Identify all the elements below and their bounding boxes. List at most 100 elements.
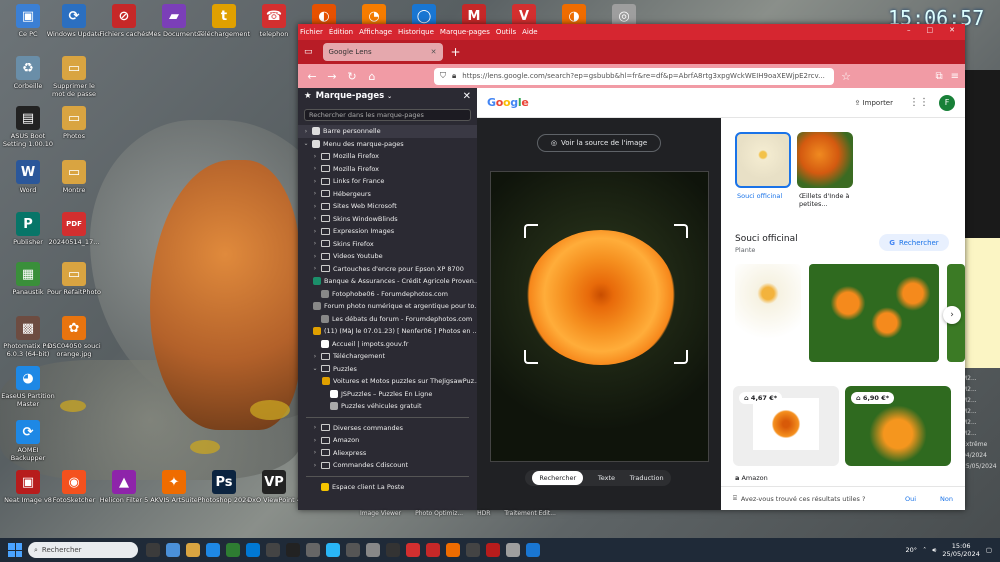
chevron-icon[interactable]: › [311,203,319,210]
maximize-icon[interactable]: □ [927,26,934,34]
chevron-down-icon[interactable]: ⌄ [387,93,392,100]
cloud-icon[interactable] [506,543,520,557]
weather-temp[interactable]: 20° [905,546,917,554]
sidebar-title[interactable]: Marque-pages [316,91,385,101]
desktop-icon[interactable]: Ps Photoshop 2024 [196,470,252,504]
result-chip-oeillets[interactable] [797,132,853,188]
taskbar-search[interactable]: ⌕ Rechercher [28,542,138,558]
crop-handle[interactable] [674,350,688,364]
bookmark-folder[interactable]: › Diverses commandes [298,422,477,435]
bookmark-item[interactable]: JSPuzzles – Puzzles En Ligne [298,388,477,401]
feedback-yes-button[interactable]: Oui [905,495,916,503]
tool-icon[interactable] [346,543,360,557]
taskbar-clock[interactable]: 15:06 25/05/2024 [942,542,979,558]
settings-icon[interactable] [306,543,320,557]
minimize-icon[interactable]: – [907,26,911,34]
bookmark-folder[interactable]: › Amazon [298,434,477,447]
bookmark-folder[interactable]: › Videos Youtube [298,250,477,263]
bookmark-item[interactable]: (11) (MàJ le 07.01.23) [ Nenfer06 ] Phot… [298,325,477,338]
bookmark-item[interactable]: › Barre personnelle [298,125,477,138]
desktop-icon-label[interactable]: Image Viewer [360,510,401,517]
bookmark-folder[interactable]: › Mozilla Firefox [298,163,477,176]
product-card[interactable]: ⌂ 4,67 €* [733,386,839,466]
desktop-icon[interactable]: ▰ Mes Documents [146,4,202,38]
chevron-up-icon[interactable]: ˄ [923,546,926,554]
firefox-icon[interactable] [446,543,460,557]
menu-item[interactable]: Historique [398,28,434,36]
feedback-no-button[interactable]: Non [940,495,953,503]
edge-icon[interactable] [206,543,220,557]
chevron-icon[interactable]: › [311,215,319,222]
chevron-icon[interactable]: › [311,228,319,235]
reload-icon[interactable]: ↻ [344,70,360,83]
crop-handle[interactable] [524,224,538,238]
bookmark-item[interactable]: Voitures et Motos puzzles sur TheJigsawP… [298,375,477,388]
desktop-icon[interactable]: ▭ Montre [46,160,102,194]
desktop-icon[interactable]: VP DxO ViewPoint 4 [246,470,302,504]
tab-text[interactable]: Texte [598,474,615,482]
photos-icon[interactable] [226,543,240,557]
shield-icon[interactable]: ⛉ [440,71,446,81]
bookmark-item[interactable]: Puzzles véhicules gratuit [298,400,477,413]
new-tab-icon[interactable]: + [451,45,461,59]
app-icon[interactable] [406,543,420,557]
bookmark-folder[interactable]: › Mozilla Firefox [298,150,477,163]
desktop-icon-label[interactable]: HDR [477,510,490,517]
avatar[interactable]: F [939,94,955,111]
close-sidebar-icon[interactable]: ✕ [463,91,471,102]
bookmark-item[interactable]: Forum photo numérique et argentique pour… [298,300,477,313]
menu-item[interactable]: Aide [522,28,537,36]
bookmark-folder[interactable]: › Téléchargement [298,350,477,363]
desktop-icon[interactable]: ▭ Supprimer le mot de passe [46,56,102,98]
bookmark-search-input[interactable]: Rechercher dans les marque-pages [304,109,471,121]
desktop-icon[interactable]: ▲ Helicon Filter 5 [96,470,152,504]
chevron-icon[interactable]: › [311,178,319,185]
chevron-icon[interactable]: › [311,437,319,444]
query-image[interactable] [490,171,709,462]
bookmark-folder[interactable]: › Links for France [298,175,477,188]
chevron-icon[interactable]: › [311,449,319,456]
bookmark-folder[interactable]: › Expression Images [298,225,477,238]
product-card[interactable]: ⌂ 6,90 €* [845,386,951,466]
crop-handle[interactable] [524,350,538,364]
google-search-button[interactable]: G Rechercher [879,234,949,251]
apps-icon[interactable]: ⋮⋮ [909,97,929,108]
bookmark-item[interactable]: Les débats du forum - Forumdephotos.com [298,313,477,326]
camera-icon[interactable] [366,543,380,557]
close-icon[interactable]: ✕ [949,26,955,34]
terminal-icon[interactable] [286,543,300,557]
extensions-icon[interactable]: ⧉ [935,71,942,82]
desktop-icon[interactable]: ▭ Pour RefaitPhoto [46,262,102,296]
menu-item[interactable]: Fichier [300,28,323,36]
bookmark-folder[interactable]: › Sites Web Microsoft [298,200,477,213]
app-icon[interactable] [526,543,540,557]
import-button[interactable]: ⇪ Importer [854,99,893,107]
result-image-field[interactable] [809,264,939,362]
desktop-icon[interactable]: ⟳ Windows Update [46,4,102,38]
chevron-icon[interactable]: ⌄ [311,365,319,372]
chevron-icon[interactable]: › [311,190,319,197]
vivaldi-icon[interactable] [426,543,440,557]
chevron-right-icon[interactable]: › [943,306,961,324]
desktop-icon[interactable]: ☎ telephon [246,4,302,38]
desktop-icon[interactable]: ✿ DSC04050 souci orange.jpg [46,316,102,358]
tab-google-lens[interactable]: Google Lens ✕ [322,43,443,61]
desktop-icon-label[interactable]: Traitement Edit... [504,510,556,517]
bookmark-item[interactable]: Accueil | impots.gouv.fr [298,338,477,351]
menu-item[interactable]: Affichage [359,28,392,36]
bookmark-folder[interactable]: ⌄ Puzzles [298,363,477,376]
chevron-icon[interactable]: ⌄ [302,140,310,147]
bookmark-item[interactable]: Banque & Assurances - Crédit Agricole Pr… [298,275,477,288]
google-logo[interactable]: Google [487,96,529,109]
chevron-icon[interactable]: › [311,462,319,469]
menu-icon[interactable]: ≡ [951,71,959,82]
menu-item[interactable]: Outils [496,28,516,36]
crop-handle[interactable] [674,224,688,238]
volume-icon[interactable]: 🔊︎ [932,546,936,555]
weather-icon[interactable] [326,543,340,557]
tab-list-icon[interactable]: ▭ [304,47,313,57]
bookmark-folder[interactable]: › Skins Firefox [298,238,477,251]
bookmark-item[interactable]: Fotophobe06 - Forumdephotos.com [298,288,477,301]
bookmark-folder[interactable]: › Skins WindowBlinds [298,213,477,226]
chevron-icon[interactable]: › [311,240,319,247]
